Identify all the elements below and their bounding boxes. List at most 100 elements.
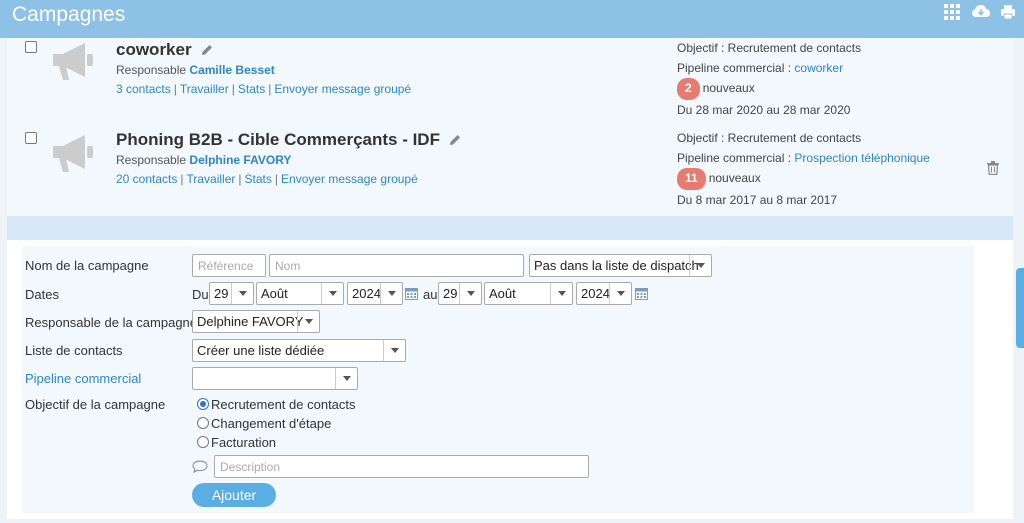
message-link[interactable]: Envoyer message groupé (274, 82, 411, 96)
label-responsable: Responsable de la campagne (25, 315, 198, 330)
link-separator: | (173, 82, 177, 96)
new-row: 2 nouveaux (677, 78, 861, 100)
campaign-responsable: Responsable Delphine FAVORY (116, 153, 291, 167)
start-month-value: Août (261, 286, 288, 301)
campaign-info: Objectif : Recrutement de contacts Pipel… (677, 39, 861, 120)
edit-pencil-icon[interactable] (200, 43, 214, 57)
stats-link[interactable]: Stats (245, 172, 272, 186)
nom-input[interactable]: Nom (269, 254, 524, 277)
grid-icon[interactable] (944, 4, 960, 20)
pipeline-select[interactable] (192, 367, 358, 390)
new-count-badge[interactable]: 2 (677, 78, 700, 100)
label-dates: Dates (25, 287, 59, 302)
calendar-icon[interactable] (405, 287, 418, 300)
chevron-down-icon (550, 283, 572, 304)
campaign-info: Objectif : Recrutement de contacts Pipel… (677, 129, 930, 210)
campaign-responsable: Responsable Camille Besset (116, 63, 275, 77)
link-separator: | (268, 82, 272, 96)
radio-facturation[interactable] (197, 436, 209, 448)
pipeline-row: Pipeline commercial : Prospection téléph… (677, 149, 930, 169)
edit-pencil-icon[interactable] (448, 133, 462, 147)
campaign-item: Phoning B2B - Cible Commerçants - IDF Re… (7, 128, 1013, 216)
campaign-name-text: coworker (116, 40, 192, 59)
radio-facturation-label[interactable]: Facturation (211, 435, 276, 450)
end-year-select[interactable]: 2024 (576, 282, 632, 305)
megaphone-icon (53, 135, 93, 172)
description-input[interactable]: Description (214, 455, 589, 478)
radio-recrutement[interactable] (197, 398, 209, 410)
liste-contacts-value: Créer une liste dédiée (197, 343, 325, 358)
end-month-value: Août (489, 286, 516, 301)
responsable-link[interactable]: Camille Besset (189, 63, 274, 77)
new-label: nouveaux (708, 171, 761, 185)
start-year-select[interactable]: 2024 (347, 282, 403, 305)
end-year-value: 2024 (581, 286, 610, 301)
cloud-download-icon[interactable] (972, 4, 990, 20)
campaign-links: 20 contacts | Travailler | Stats | Envoyer mes… (116, 172, 418, 186)
campaign-name[interactable]: coworker (116, 40, 214, 60)
end-month-select[interactable]: Août (484, 282, 573, 305)
campaign-list: coworker Responsable Camille Besset 3 co… (7, 38, 1013, 216)
label-nom-campagne: Nom de la campagne (25, 258, 149, 273)
radio-changement-label[interactable]: Changement d'étape (211, 416, 331, 431)
label-objectif: Objectif de la campagne (25, 397, 166, 412)
campaign-dates: Du 8 mar 2017 au 8 mar 2017 (677, 192, 838, 207)
du-label: Du (192, 287, 209, 302)
end-day-select[interactable]: 29 (438, 282, 482, 305)
link-separator: | (274, 172, 279, 186)
campaign-item: coworker Responsable Camille Besset 3 co… (7, 38, 1013, 126)
campaign-checkbox[interactable] (25, 41, 37, 53)
chevron-down-icon (459, 283, 481, 304)
chevron-down-icon (297, 311, 319, 332)
contacts-link[interactable]: 3 contacts (116, 82, 171, 96)
start-month-select[interactable]: Août (256, 282, 344, 305)
page-title: Campagnes (12, 3, 126, 26)
new-label: nouveaux (702, 81, 755, 95)
pipeline-row: Pipeline commercial : coworker (677, 59, 861, 79)
radio-recrutement-label[interactable]: Recrutement de contacts (211, 397, 356, 412)
contacts-link[interactable]: 20 contacts (116, 172, 177, 186)
print-icon[interactable] (1000, 4, 1016, 20)
pipeline-link[interactable]: coworker (794, 61, 843, 75)
message-link[interactable]: Envoyer message groupé (281, 172, 418, 186)
dispatch-value: Pas dans la liste de dispatch (534, 258, 699, 273)
chevron-down-icon (231, 283, 253, 304)
reference-input[interactable]: Référence (192, 254, 266, 277)
pipeline-link[interactable]: Prospection téléphonique (794, 151, 929, 165)
dispatch-select[interactable]: Pas dans la liste de dispatch (529, 254, 712, 277)
responsable-label: Responsable (116, 153, 187, 167)
trash-icon[interactable] (987, 161, 999, 175)
chevron-down-icon (335, 368, 357, 389)
chevron-down-icon (321, 283, 343, 304)
responsable-select[interactable]: Delphine FAVORY (192, 310, 320, 333)
pipeline-label: Pipeline commercial : (677, 60, 792, 75)
link-separator: | (231, 82, 235, 96)
end-day-value: 29 (443, 286, 458, 301)
campaign-checkbox[interactable] (25, 132, 37, 144)
start-year-value: 2024 (352, 286, 381, 301)
radio-changement[interactable] (197, 417, 209, 429)
travailler-link[interactable]: Travailler (180, 82, 229, 96)
liste-contacts-select[interactable]: Créer une liste dédiée (192, 339, 406, 362)
chevron-down-icon (380, 283, 402, 304)
objectif-text: Objectif : Recrutement de contacts (677, 131, 862, 145)
start-day-select[interactable]: 29 (209, 282, 254, 305)
chevron-down-icon (383, 340, 405, 361)
link-separator: | (238, 172, 242, 186)
megaphone-icon (53, 43, 93, 80)
scrollbar-thumb[interactable] (1016, 268, 1024, 348)
start-day-value: 29 (214, 286, 229, 301)
header-bar: Campagnes (0, 0, 1024, 38)
stats-link[interactable]: Stats (238, 82, 265, 96)
responsable-link[interactable]: Delphine FAVORY (189, 153, 291, 167)
travailler-link[interactable]: Travailler (187, 172, 236, 186)
link-separator: | (180, 172, 184, 186)
calendar-icon[interactable] (635, 287, 648, 300)
responsable-value: Delphine FAVORY (197, 314, 304, 329)
campaign-name-text: Phoning B2B - Cible Commerçants - IDF (116, 130, 440, 149)
chevron-down-icon (609, 283, 631, 304)
new-count-badge[interactable]: 11 (677, 168, 706, 190)
ajouter-button[interactable]: Ajouter (192, 483, 276, 507)
label-pipeline-link[interactable]: Pipeline commercial (25, 371, 141, 386)
campaign-name[interactable]: Phoning B2B - Cible Commerçants - IDF (116, 130, 462, 150)
